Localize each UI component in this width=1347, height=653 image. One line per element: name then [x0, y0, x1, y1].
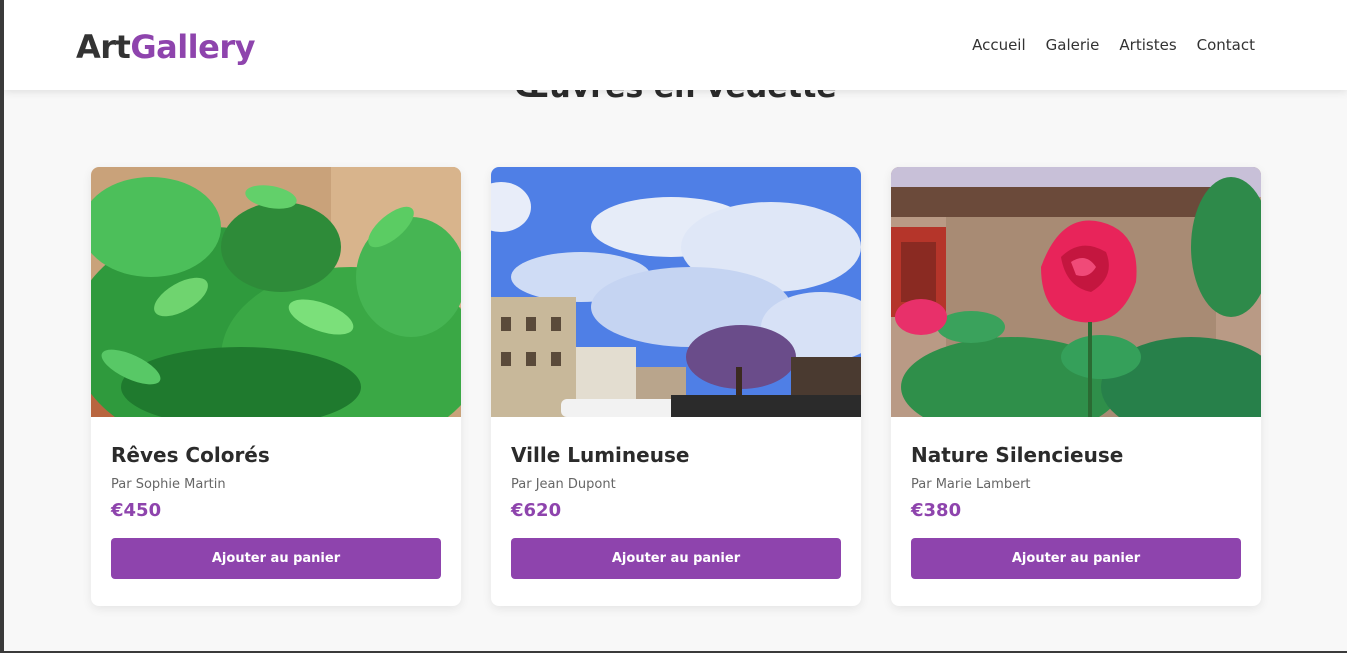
- logo[interactable]: ArtGallery: [76, 28, 255, 66]
- artwork-title: Ville Lumineuse: [511, 443, 690, 467]
- artwork-card: Rêves Colorés Par Sophie Martin €450 Ajo…: [91, 167, 461, 606]
- add-to-cart-button[interactable]: Ajouter au panier: [911, 538, 1241, 579]
- artwork-artist: Par Sophie Martin: [111, 477, 226, 492]
- main-nav: Accueil Galerie Artistes Contact: [972, 36, 1255, 54]
- artwork-card: Nature Silencieuse Par Marie Lambert €38…: [891, 167, 1261, 606]
- artwork-title: Nature Silencieuse: [911, 443, 1124, 467]
- artwork-title: Rêves Colorés: [111, 443, 270, 467]
- artwork-price: €620: [511, 500, 562, 521]
- nav-link-artistes[interactable]: Artistes: [1119, 36, 1176, 54]
- artwork-card: Ville Lumineuse Par Jean Dupont €620 Ajo…: [491, 167, 861, 606]
- add-to-cart-button[interactable]: Ajouter au panier: [511, 538, 841, 579]
- site-header: ArtGallery Accueil Galerie Artistes Cont…: [4, 0, 1347, 90]
- artwork-price: €450: [111, 500, 162, 521]
- artwork-artist: Par Marie Lambert: [911, 477, 1031, 492]
- artwork-image-green-plants[interactable]: [91, 167, 461, 417]
- add-to-cart-button[interactable]: Ajouter au panier: [111, 538, 441, 579]
- artwork-price: €380: [911, 500, 962, 521]
- artwork-artist: Par Jean Dupont: [511, 477, 616, 492]
- nav-link-contact[interactable]: Contact: [1197, 36, 1255, 54]
- logo-accent-text: Gallery: [130, 28, 255, 66]
- artwork-image-city-sky[interactable]: [491, 167, 861, 417]
- nav-link-accueil[interactable]: Accueil: [972, 36, 1026, 54]
- nav-link-galerie[interactable]: Galerie: [1046, 36, 1100, 54]
- page: Œuvres en vedette ArtGallery Accueil Gal…: [4, 0, 1347, 651]
- logo-text: Art: [76, 28, 131, 66]
- artwork-image-red-rose[interactable]: [891, 167, 1261, 417]
